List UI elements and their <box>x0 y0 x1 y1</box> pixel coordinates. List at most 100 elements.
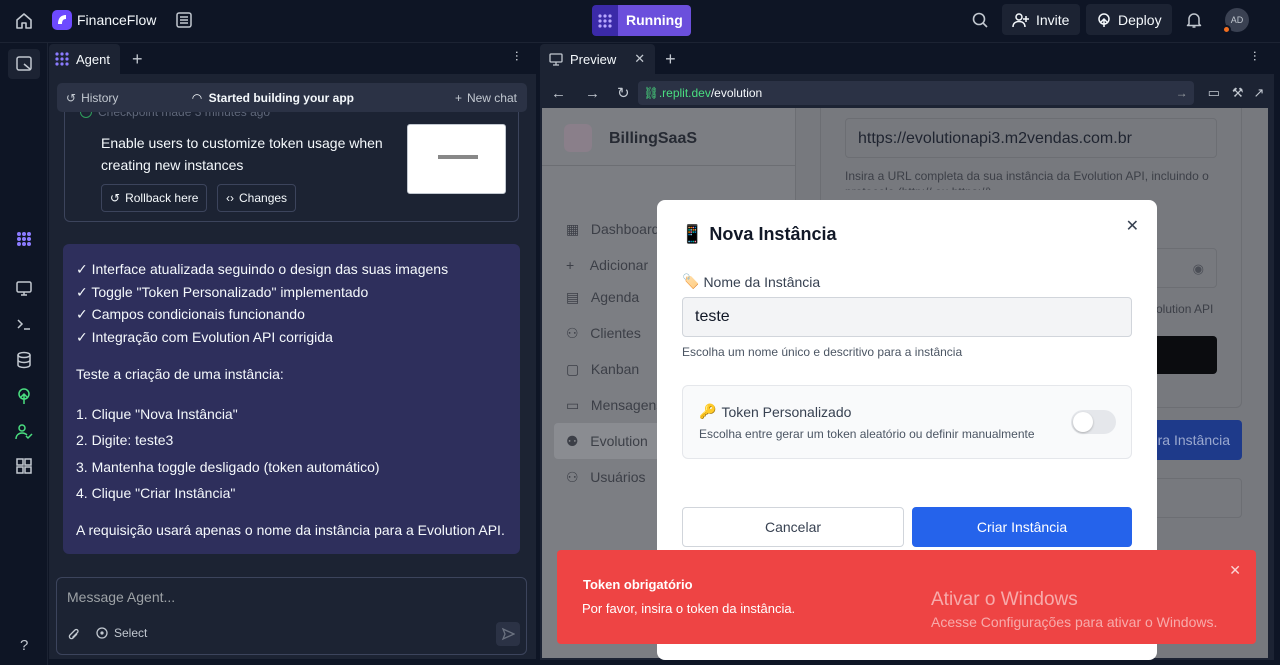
message-intro: Teste a criação de uma instância: <box>76 366 284 382</box>
wrench-icon[interactable]: ⚒ <box>1232 85 1244 101</box>
tab-preview[interactable]: Preview ✕ <box>540 44 656 74</box>
message-check: ✓ Toggle "Token Personalizado" implement… <box>76 283 369 300</box>
changes-button[interactable]: ‹› Changes <box>217 184 297 212</box>
close-icon[interactable]: ✕ <box>1126 216 1139 236</box>
run-status[interactable]: Running <box>592 5 691 36</box>
open-external-icon[interactable]: → <box>1176 86 1188 100</box>
toast-title: Token obrigatório <box>583 577 693 592</box>
terminal-icon[interactable] <box>14 314 34 334</box>
more-options-icon[interactable]: ··· <box>510 50 526 61</box>
instance-name-input[interactable]: teste <box>682 297 1132 337</box>
message-agent-input[interactable]: Message Agent... <box>67 589 175 605</box>
token-toggle[interactable] <box>1071 410 1116 434</box>
cancel-button[interactable]: Cancelar <box>682 507 904 547</box>
build-status: ◠ Started building your app <box>192 91 354 105</box>
agent-message: ✓ Interface atualizada seguindo o design… <box>63 244 520 554</box>
database-icon[interactable] <box>14 350 34 370</box>
running-label: Running <box>618 5 691 36</box>
devices-icon[interactable]: ▭ <box>1208 85 1220 101</box>
avatar-initials: AD <box>1230 15 1244 25</box>
select-button[interactable]: Select <box>95 626 147 640</box>
url-field[interactable]: ⛓ .replit.dev /evolution → <box>637 81 1194 105</box>
key-icon: 🔑 <box>699 403 717 419</box>
modal-title: 📱 Nova Instância <box>681 224 836 245</box>
reload-icon[interactable]: ↻ <box>617 84 630 102</box>
bell-icon[interactable] <box>1185 11 1203 29</box>
help-icon[interactable]: ? <box>14 634 34 654</box>
toast-message: Por favor, insira o token da instância. <box>582 601 796 616</box>
gauge-icon: ◠ <box>192 90 202 105</box>
toggle-knob <box>1073 412 1093 432</box>
add-user-icon <box>1012 12 1029 27</box>
thumbnail-content <box>438 155 478 159</box>
tab-preview-label: Preview <box>570 51 617 67</box>
forward-icon[interactable]: → <box>585 85 600 102</box>
message-step: 1. Clique "Nova Instância" <box>76 405 238 422</box>
deployments-icon[interactable] <box>14 386 34 406</box>
api-label: olution API <box>1156 302 1214 316</box>
back-icon[interactable]: ← <box>551 85 566 102</box>
invite-button[interactable]: Invite <box>1002 4 1080 35</box>
api-url-input[interactable]: https://evolutionapi3.m2vendas.com.br <box>845 118 1217 158</box>
new-tab-icon[interactable]: + <box>665 49 676 70</box>
agent-icon[interactable] <box>14 229 34 249</box>
message-check: ✓ Campos condicionais funcionando <box>76 306 305 322</box>
message-steps: 1. Clique "Nova Instância" 2. Digite: te… <box>76 401 507 507</box>
name-label-text: Nome da Instância <box>703 273 821 290</box>
token-label: 🔑 Token Personalizado <box>699 403 851 420</box>
more-options-icon[interactable]: ··· <box>1248 50 1264 61</box>
close-icon[interactable]: ✕ <box>634 51 645 67</box>
tab-agent-label: Agent <box>76 51 110 67</box>
url-domain: .replit.dev <box>658 86 711 100</box>
left-rail: ? <box>0 43 48 665</box>
watermark-title: Ativar o Windows <box>931 589 1078 610</box>
url-bar: ← → ↻ ⛓ .replit.dev /evolution → ▭ ⚒ ↗ <box>540 78 1274 108</box>
monitor-icon[interactable] <box>14 278 34 298</box>
new-tab-icon[interactable]: + <box>132 49 143 70</box>
history-button[interactable]: ↺ History <box>66 91 118 105</box>
watermark-subtitle: Acesse Configurações para ativar o Windo… <box>931 614 1218 630</box>
checkpoint-thumbnail[interactable] <box>407 124 506 194</box>
tag-icon: 🏷️ <box>682 273 700 289</box>
agent-status-bar: ↺ History ◠ Started building your app + … <box>57 83 527 112</box>
message-check: ✓ Interface atualizada seguindo o design… <box>76 261 449 277</box>
agent-tab-icon <box>55 52 69 66</box>
search-icon[interactable] <box>971 11 989 29</box>
new-chat-button[interactable]: + New chat <box>455 91 517 105</box>
url-path: /evolution <box>710 86 763 100</box>
rollback-button[interactable]: ↺ Rollback here <box>101 184 208 212</box>
close-icon[interactable]: ✕ <box>1229 562 1241 579</box>
paperclip-icon[interactable] <box>67 628 81 642</box>
app-logo-icon[interactable] <box>52 10 72 30</box>
user-check-icon[interactable] <box>14 422 34 442</box>
token-label-text: Token Personalizado <box>721 403 852 420</box>
changes-label: Changes <box>239 191 288 205</box>
build-status-label: Started building your app <box>208 90 354 105</box>
name-help: Escolha um nome único e descritivo para … <box>682 345 963 359</box>
target-icon <box>96 627 108 639</box>
eye-icon[interactable]: ◉ <box>1193 261 1204 277</box>
top-bar: FinanceFlow Running Invite Deploy AD <box>0 0 1280 43</box>
deploy-button[interactable]: Deploy <box>1086 4 1172 35</box>
avatar[interactable]: AD <box>1222 8 1249 34</box>
brand-name: BillingSaaS <box>609 130 698 147</box>
apps-grid-icon[interactable] <box>14 456 34 476</box>
status-dot <box>1222 25 1231 34</box>
name-label: 🏷️ Nome da Instância <box>682 273 820 290</box>
external-link-icon[interactable]: ↗ <box>1254 85 1265 101</box>
home-icon[interactable] <box>14 11 34 31</box>
toggle-sidebar-icon[interactable] <box>8 49 40 79</box>
document-icon[interactable] <box>175 11 193 29</box>
message-step: 2. Digite: teste3 <box>76 432 174 448</box>
preview-tab-bar: Preview ✕ + ··· <box>540 44 1274 74</box>
tab-agent[interactable]: Agent <box>49 44 120 74</box>
app-name[interactable]: FinanceFlow <box>77 12 156 28</box>
invite-label: Invite <box>1036 11 1070 28</box>
svg-text:?: ? <box>20 637 28 654</box>
link-icon: ⛓ <box>643 86 659 100</box>
agent-input-box: Message Agent... Select <box>56 577 527 655</box>
token-section: 🔑 Token Personalizado Escolha entre gera… <box>682 385 1132 459</box>
history-icon: ↺ <box>110 191 121 205</box>
create-instance-button[interactable]: Criar Instância <box>912 507 1132 547</box>
send-button[interactable] <box>496 622 520 646</box>
